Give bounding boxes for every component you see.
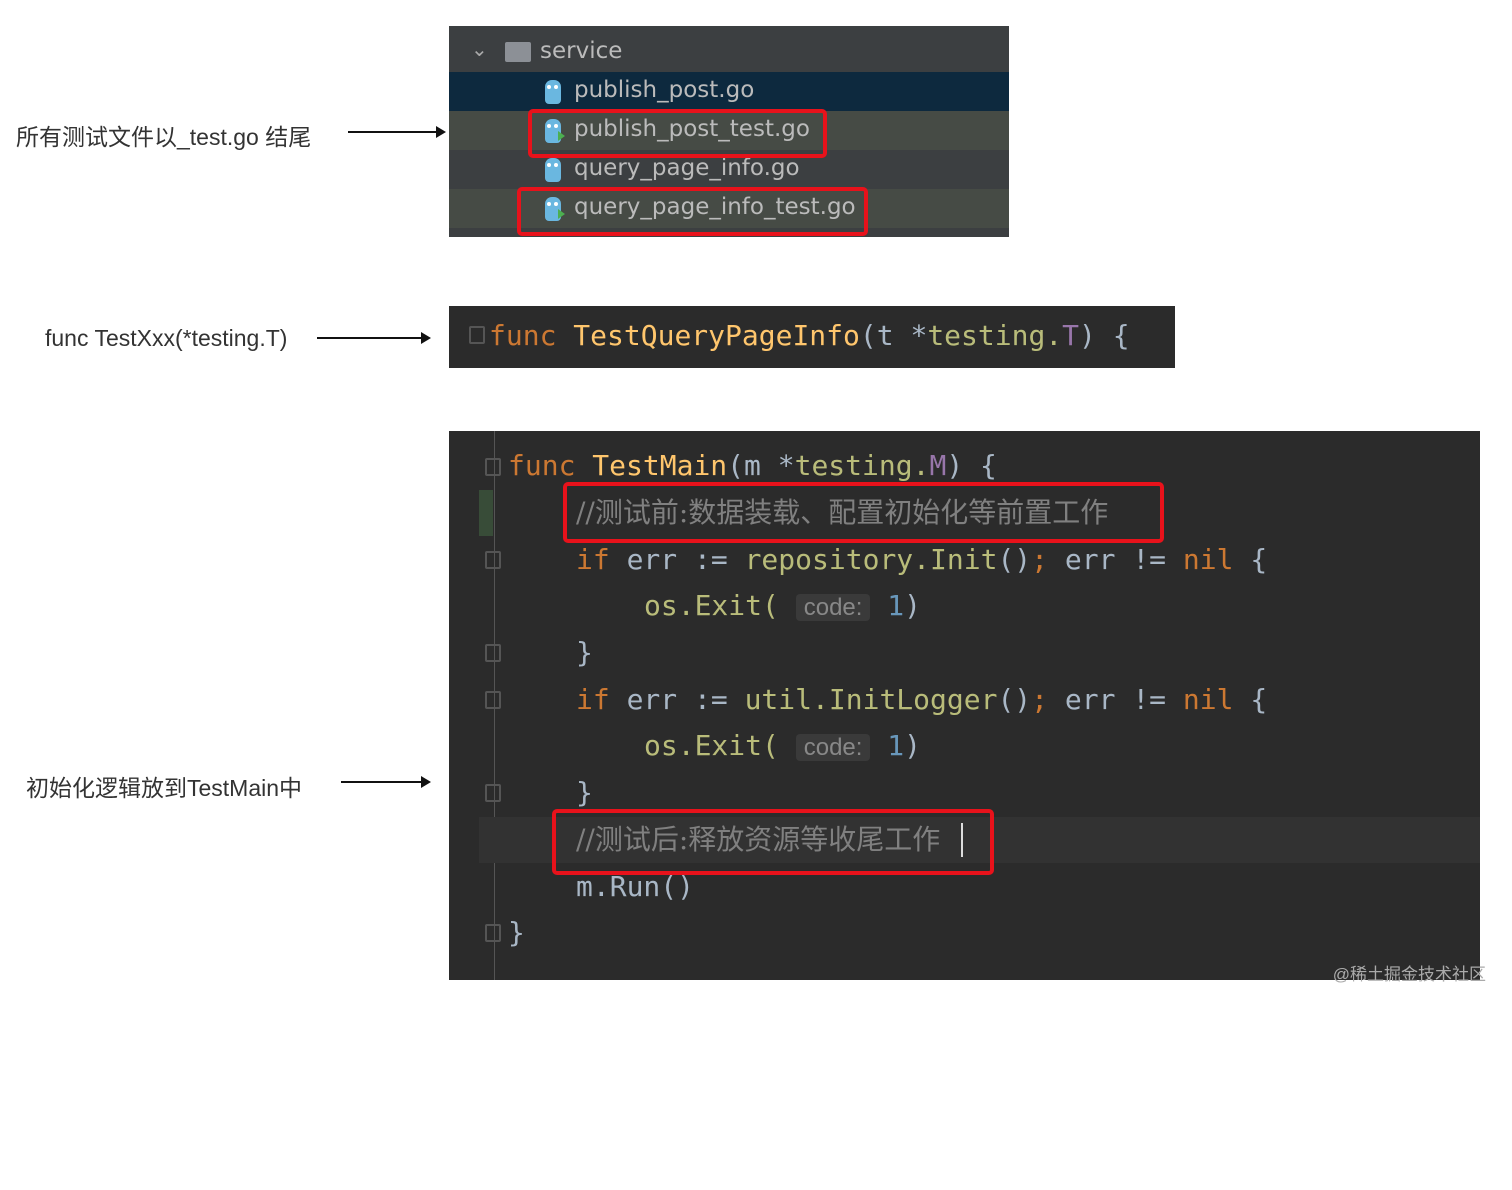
arrow — [341, 776, 431, 788]
fold-icon[interactable] — [485, 644, 501, 662]
fold-icon[interactable] — [469, 326, 485, 344]
chevron-down-icon[interactable]: ⌄ — [471, 37, 488, 61]
change-marker — [479, 490, 493, 536]
annotation-test-file-suffix: 所有测试文件以_test.go 结尾 — [16, 124, 312, 150]
highlight-box — [517, 187, 868, 236]
annotation-test-func-signature: func TestXxx(*testing.T) — [45, 325, 288, 351]
arrow — [317, 332, 431, 344]
fold-icon[interactable] — [485, 924, 501, 942]
test-func-snippet: func TestQueryPageInfo(t *testing.T) { — [449, 306, 1175, 368]
arrow — [348, 126, 446, 138]
tree-folder-service[interactable]: ⌄ service — [449, 33, 1009, 72]
param-hint: code: — [795, 594, 871, 621]
highlight-box — [528, 109, 827, 158]
tree-file[interactable]: publish_post.go — [449, 72, 1009, 111]
annotation-testmain-init: 初始化逻辑放到TestMain中 — [26, 775, 303, 801]
param-hint: code: — [795, 734, 871, 761]
highlight-box — [563, 482, 1164, 543]
go-file-icon — [545, 80, 561, 104]
go-file-icon — [545, 158, 561, 182]
fold-icon[interactable] — [485, 784, 501, 802]
highlight-box — [552, 809, 994, 875]
fold-icon[interactable] — [485, 551, 501, 569]
fold-icon[interactable] — [485, 691, 501, 709]
fold-icon[interactable] — [485, 458, 501, 476]
folder-icon — [505, 42, 531, 62]
watermark: @稀土掘金技术社区 — [1332, 965, 1486, 984]
